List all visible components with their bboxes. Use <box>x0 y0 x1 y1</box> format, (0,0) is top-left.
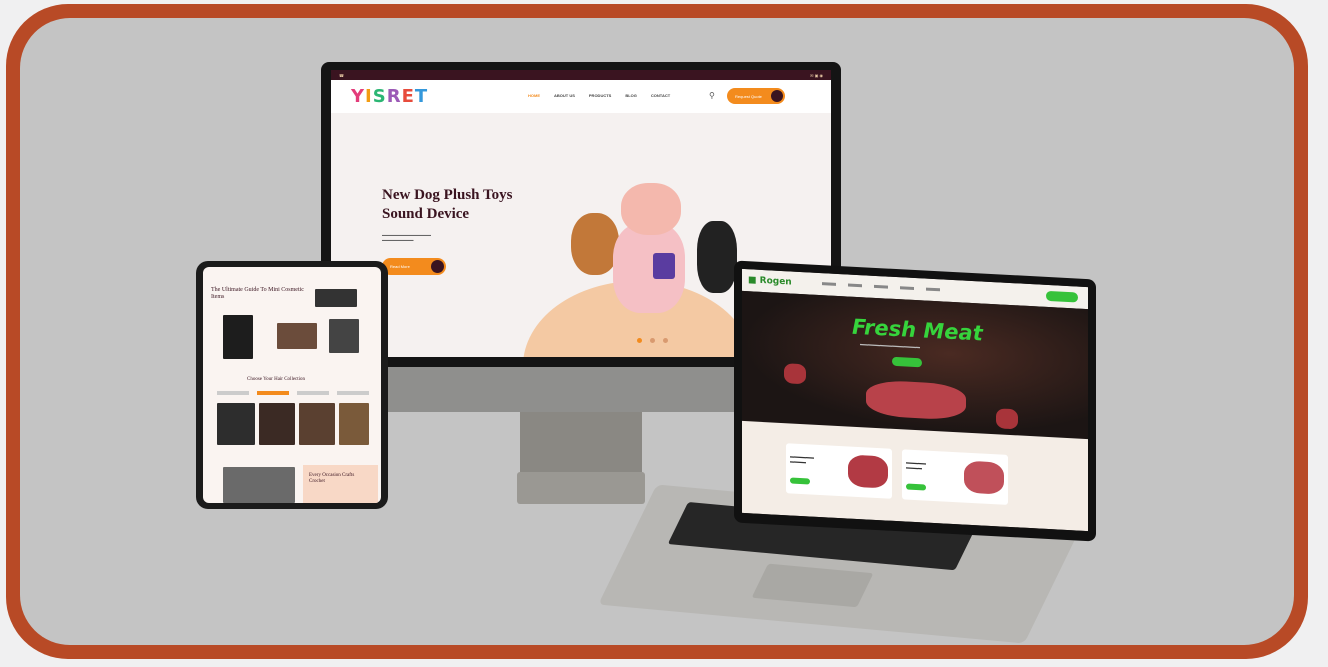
tablet-website-screenshot: The Ultimate Guide To Mini Cosmetic Item… <box>203 267 381 503</box>
tablet-tab[interactable] <box>217 391 249 395</box>
meat-cut-image <box>964 460 1004 495</box>
slider-dot[interactable] <box>637 338 642 343</box>
beagle-dog-image <box>571 213 619 275</box>
laptop-website-screenshot: ■ Rogen Fresh Meat ▬▬▬▬▬▬▬▬▬▬▬▬▬▬▬ ▬▬▬▬▬… <box>742 268 1088 532</box>
hero-title: New Dog Plush Toys Sound Device <box>382 187 513 222</box>
tablet-card-title: Every Occasion Crafts Crochet <box>309 473 355 484</box>
laptop-product-card[interactable]: ▬▬▬▬▬▬ ▬▬▬▬ <box>786 443 892 499</box>
slider-dot[interactable] <box>650 338 655 343</box>
laptop-card-title-placeholder: ▬▬▬▬▬ ▬▬▬▬ <box>906 459 926 471</box>
laptop-nav <box>822 282 940 292</box>
tablet-product-image <box>277 323 317 349</box>
request-quote-label: Request Quote <box>735 93 762 99</box>
tablet-device: The Ultimate Guide To Mini Cosmetic Item… <box>196 261 388 509</box>
laptop-hero-banner: Fresh Meat ▬▬▬▬▬▬▬▬▬▬▬▬▬▬▬ <box>742 290 1088 440</box>
laptop-nav-item[interactable] <box>874 284 888 289</box>
steak-image <box>848 454 888 489</box>
device-mockup-stage: ☎ ✉ ▣ ◉ YISRET HOME ABOUT US PRODUCTS BLO… <box>20 18 1294 645</box>
slider-dots <box>637 338 668 343</box>
imac-chin <box>385 367 775 412</box>
hero-button-label: Read More <box>390 264 410 269</box>
tablet-hair-image <box>217 403 255 445</box>
nav-item-products[interactable]: PRODUCTS <box>589 93 611 98</box>
nav-item-blog[interactable]: BLOG <box>625 93 637 98</box>
tablet-product-image <box>329 319 359 353</box>
tablet-feature-card: Every Occasion Crafts Crochet <box>303 465 378 503</box>
top-info-bar: ☎ ✉ ▣ ◉ <box>331 70 831 80</box>
main-nav: HOME ABOUT US PRODUCTS BLOG CONTACT <box>528 93 670 98</box>
site-header: YISRET HOME ABOUT US PRODUCTS BLOG CONTA… <box>331 80 831 113</box>
laptop-site-logo[interactable]: ■ Rogen <box>748 275 792 287</box>
laptop-product-section: ▬▬▬▬▬▬ ▬▬▬▬ ▬▬▬▬▬ ▬▬▬▬ <box>742 420 1088 532</box>
tablet-hair-image <box>299 403 335 445</box>
hero-read-more-button[interactable]: Read More <box>382 258 446 275</box>
laptop-nav-item[interactable] <box>822 282 836 286</box>
tablet-hair-image <box>259 403 295 445</box>
laptop-nav-item[interactable] <box>926 287 940 292</box>
nav-item-contact[interactable]: CONTACT <box>651 93 670 98</box>
request-quote-button[interactable]: Request Quote <box>727 88 785 104</box>
tablet-product-image <box>223 315 253 359</box>
hero-subtitle-placeholder: ▬▬▬▬▬▬▬▬▬▬▬▬▬▬ ▬▬▬▬▬▬▬▬▬ <box>382 233 431 242</box>
slider-dot[interactable] <box>663 338 668 343</box>
laptop-hero-subtitle-placeholder: ▬▬▬▬▬▬▬▬▬▬▬▬▬▬▬ <box>860 341 920 350</box>
imac-stand-neck <box>520 412 642 472</box>
search-icon[interactable]: ⚲ <box>709 91 715 100</box>
tablet-hair-image <box>339 403 369 445</box>
laptop-nav-item[interactable] <box>848 283 862 288</box>
arrow-icon <box>771 90 783 102</box>
tablet-store-image <box>223 467 295 503</box>
tablet-section-title: Choose Your Hair Collection <box>247 377 306 382</box>
laptop-card-title-placeholder: ▬▬▬▬▬▬ ▬▬▬▬ <box>790 453 814 465</box>
plush-toy-tag <box>653 253 675 279</box>
tablet-category-tabs <box>217 391 369 395</box>
meat-cube-image <box>784 363 806 385</box>
laptop-hero-button[interactable] <box>892 356 922 368</box>
laptop-product-card[interactable]: ▬▬▬▬▬ ▬▬▬▬ <box>902 449 1008 505</box>
plush-toy-head <box>621 183 681 235</box>
laptop-device: ■ Rogen Fresh Meat ▬▬▬▬▬▬▬▬▬▬▬▬▬▬▬ ▬▬▬▬▬… <box>734 260 1096 542</box>
laptop-card-button[interactable] <box>790 477 810 485</box>
nav-item-home[interactable]: HOME <box>528 93 540 98</box>
imac-stand-base <box>517 472 645 504</box>
nav-item-about[interactable]: ABOUT US <box>554 93 575 98</box>
tablet-hero-image <box>315 289 357 307</box>
laptop-card-button[interactable] <box>906 483 926 491</box>
laptop-header-button[interactable] <box>1046 290 1078 303</box>
site-logo[interactable]: YISRET <box>351 86 428 107</box>
tablet-tab[interactable] <box>337 391 369 395</box>
laptop-trackpad <box>751 563 874 608</box>
black-dog-image <box>697 221 737 293</box>
tablet-hero-title: The Ultimate Guide To Mini Cosmetic Item… <box>211 287 304 300</box>
tablet-tab[interactable] <box>297 391 329 395</box>
tablet-tab[interactable] <box>257 391 289 395</box>
lamb-chops-image <box>866 379 966 421</box>
arrow-icon <box>431 260 444 273</box>
laptop-nav-item[interactable] <box>900 286 914 290</box>
meat-cube-image <box>996 408 1018 430</box>
